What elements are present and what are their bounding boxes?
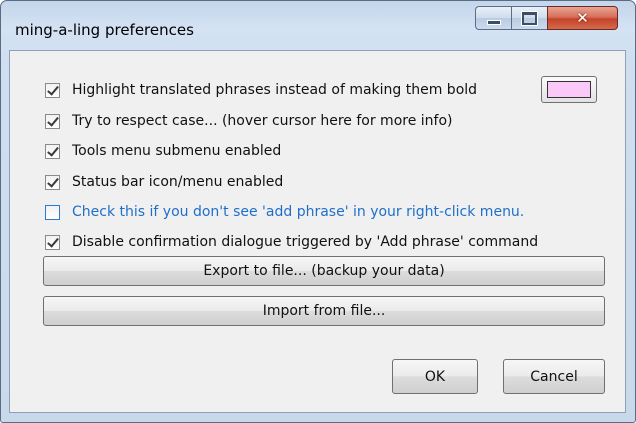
add-phrase-missing-checkbox[interactable] — [45, 204, 60, 220]
window-title: ming-a-ling preferences — [15, 21, 194, 39]
respect-case-checkbox[interactable] — [45, 113, 60, 129]
ok-button[interactable]: OK — [392, 359, 478, 394]
close-icon: ✕ — [576, 9, 589, 27]
caption-buttons: ✕ — [475, 6, 618, 32]
status-bar-icon-label: Status bar icon/menu enabled — [72, 174, 284, 190]
cancel-button[interactable]: Cancel — [503, 359, 605, 394]
export-button[interactable]: Export to file... (backup your data) — [43, 256, 605, 286]
maximize-button[interactable] — [511, 6, 547, 30]
tools-submenu-label: Tools menu submenu enabled — [72, 143, 282, 159]
highlight-phrases-checkbox[interactable] — [45, 82, 60, 98]
title-bar[interactable]: ming-a-ling preferences ✕ — [1, 1, 635, 51]
minimize-button[interactable] — [475, 6, 511, 30]
disable-confirmation-checkbox[interactable] — [45, 234, 60, 250]
preferences-window: ming-a-ling preferences ✕ Highlight tran… — [0, 0, 636, 423]
import-button[interactable]: Import from file... — [43, 296, 605, 326]
option-highlight-phrases[interactable]: Highlight translated phrases instead of … — [45, 79, 477, 101]
tools-submenu-checkbox[interactable] — [45, 143, 60, 159]
status-bar-icon-checkbox[interactable] — [45, 174, 60, 190]
preferences-panel: Highlight translated phrases instead of … — [9, 50, 626, 413]
option-tools-submenu[interactable]: Tools menu submenu enabled — [45, 140, 281, 162]
maximize-icon — [522, 11, 537, 25]
close-button[interactable]: ✕ — [547, 6, 618, 30]
highlight-phrases-label: Highlight translated phrases instead of … — [72, 82, 478, 98]
highlight-color-swatch — [547, 81, 591, 98]
disable-confirmation-label: Disable confirmation dialogue triggered … — [72, 234, 539, 250]
add-phrase-missing-label: Check this if you don't see 'add phrase'… — [72, 204, 525, 220]
option-disable-confirmation[interactable]: Disable confirmation dialogue triggered … — [45, 231, 538, 253]
option-add-phrase-missing[interactable]: Check this if you don't see 'add phrase'… — [45, 201, 524, 223]
option-respect-case[interactable]: Try to respect case... (hover cursor her… — [45, 110, 453, 132]
respect-case-label: Try to respect case... (hover cursor her… — [72, 113, 453, 129]
option-status-bar-icon[interactable]: Status bar icon/menu enabled — [45, 171, 283, 193]
minimize-icon — [486, 19, 501, 25]
highlight-color-button[interactable] — [541, 76, 597, 103]
